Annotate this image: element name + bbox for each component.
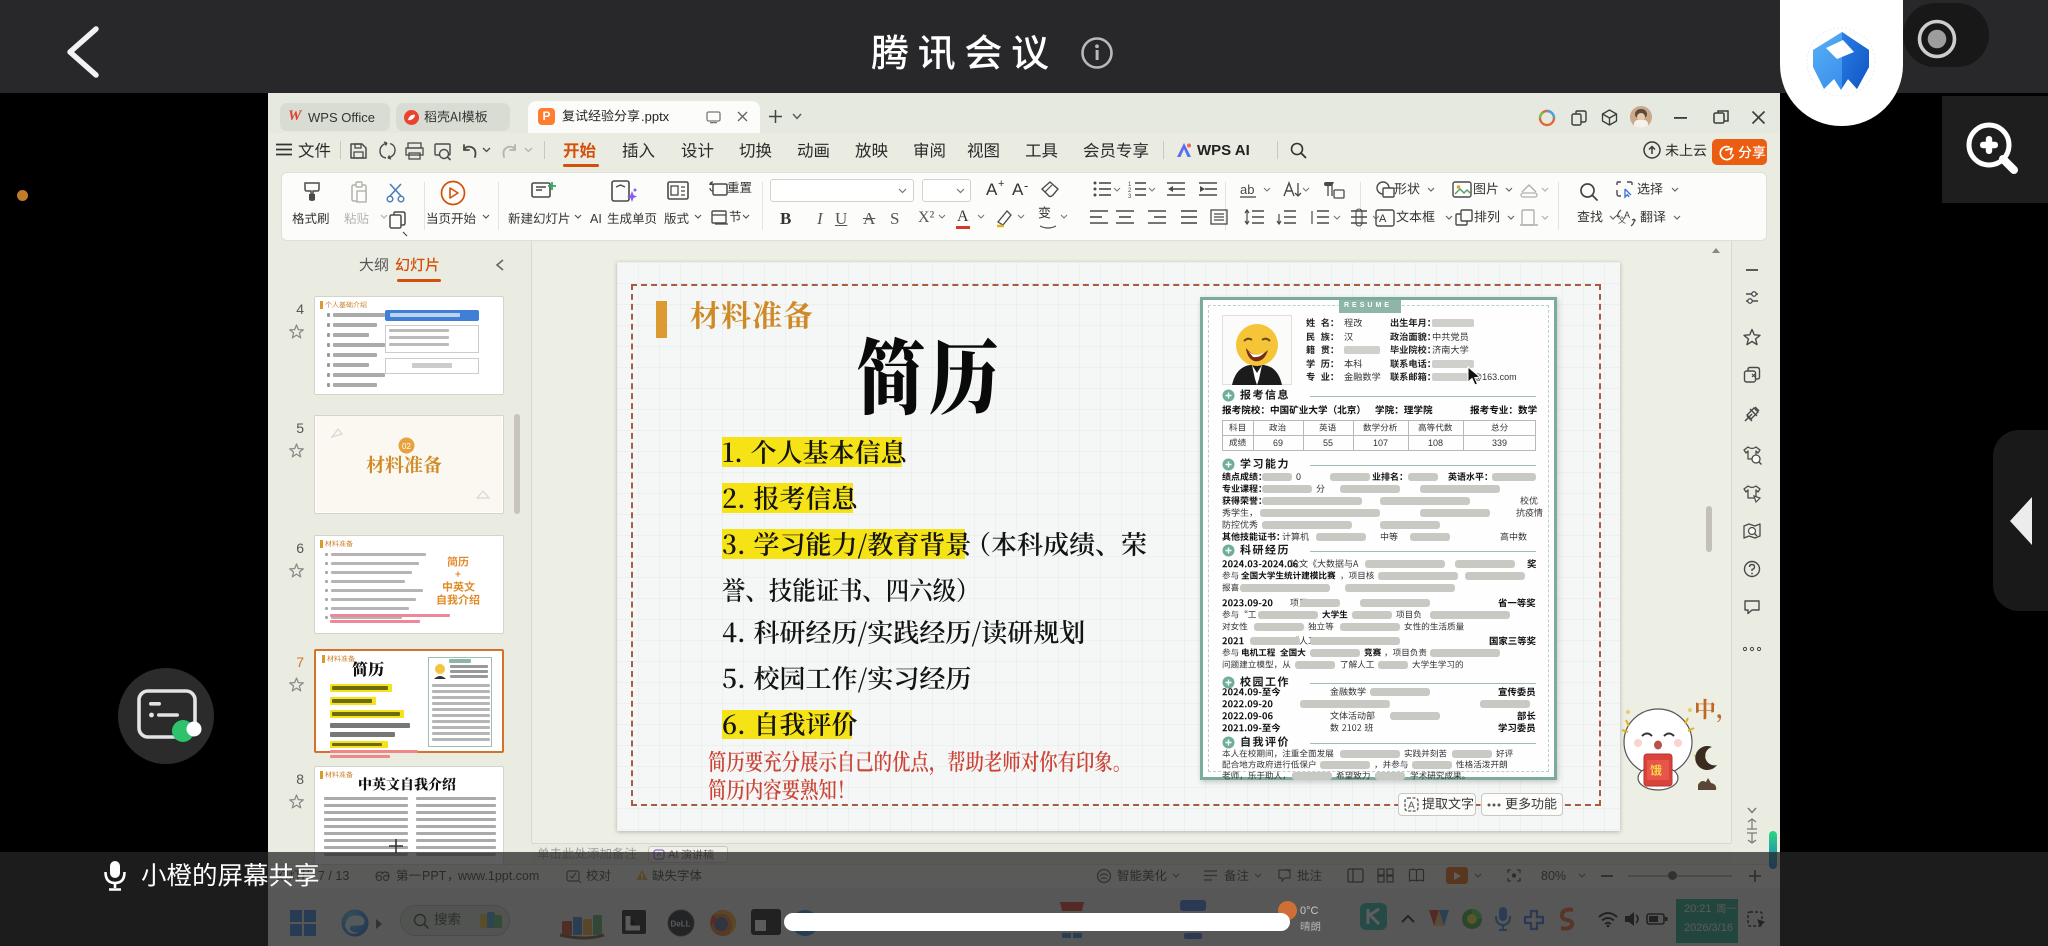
svg-text:ab: ab xyxy=(1240,182,1254,197)
svg-text:A: A xyxy=(1379,213,1387,225)
svg-text:02: 02 xyxy=(402,442,411,451)
svg-text:A: A xyxy=(1408,801,1415,812)
